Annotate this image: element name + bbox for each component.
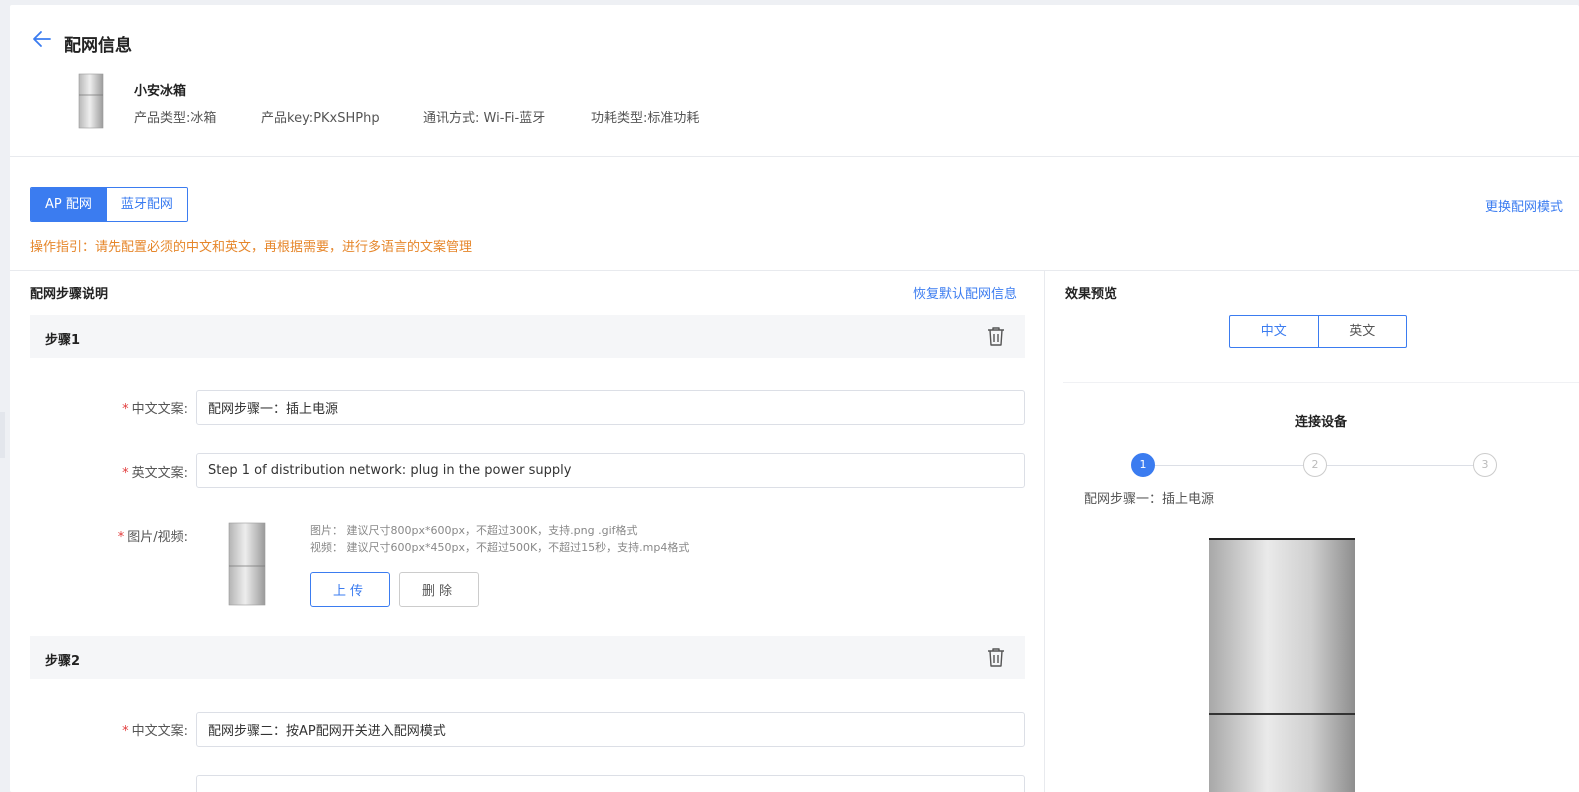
preview-fridge-image [1209, 538, 1355, 792]
image-tip: 图片： 建议尺寸800px*600px，不超过300K，支持.png .gif格… [310, 524, 638, 537]
column-divider [1044, 271, 1045, 792]
product-name: 小安冰箱 [134, 84, 187, 99]
main-panel: 配网信息 小安冰箱 产品类型:冰箱 产品key:PKxSHPhp 通讯方式: W… [10, 5, 1579, 792]
step-2-en-input[interactable] [196, 775, 1025, 792]
tab-ap-mode[interactable]: AP 配网 [31, 188, 106, 221]
product-image [78, 73, 104, 129]
restore-default-link[interactable]: 恢复默认配网信息 [913, 283, 1017, 302]
phone-preview: 连接设备 1 2 3 配网步骤一：插上电源 [1063, 382, 1579, 792]
page-title: 配网信息 [64, 36, 132, 56]
upload-button[interactable]: 上传 [310, 572, 390, 607]
tab-lang-en[interactable]: 英文 [1317, 316, 1407, 347]
step-1-title: 步骤1 [45, 333, 81, 348]
product-type: 产品类型:冰箱 [134, 111, 217, 126]
stepper-line [1155, 465, 1303, 466]
product-comm: 通讯方式: Wi-Fi-蓝牙 [423, 111, 546, 126]
section-divider [10, 270, 1579, 271]
preview-title: 效果预览 [1065, 287, 1118, 302]
trash-icon[interactable] [985, 325, 1007, 347]
product-key: 产品key:PKxSHPhp [261, 111, 380, 126]
cn-text-label: * 中文文案: [122, 402, 188, 417]
cn-text-label: * 中文文案: [122, 724, 188, 739]
switch-mode-link[interactable]: 更换配网模式 [1485, 196, 1563, 215]
sidebar-collapse-handle[interactable] [0, 412, 5, 458]
step-2-cn-input[interactable] [196, 712, 1025, 747]
product-power: 功耗类型:标准功耗 [591, 111, 700, 126]
step-1-header: 步骤1 [30, 315, 1025, 358]
step-1-media-thumbnail [228, 522, 266, 606]
stepper-step-2: 2 [1303, 453, 1327, 477]
operation-hint: 操作指引：请先配置必须的中文和英文，再根据需要，进行多语言的文案管理 [30, 240, 473, 255]
step-2-title: 步骤2 [45, 654, 81, 669]
tab-bluetooth-mode[interactable]: 蓝牙配网 [105, 188, 187, 221]
steps-section-title: 配网步骤说明 [30, 287, 109, 302]
preview-screen-title: 连接设备 [1294, 415, 1347, 430]
video-tip: 视频： 建议尺寸600px*450px，不超过500K，不超过15秒，支持.mp… [310, 541, 690, 554]
header-divider [10, 156, 1579, 157]
step-1-en-input[interactable] [196, 453, 1025, 488]
preview-step-text: 配网步骤一：插上电源 [1084, 492, 1215, 507]
en-text-label: * 英文文案: [122, 466, 188, 481]
tab-lang-zh[interactable]: 中文 [1230, 316, 1318, 347]
stepper-step-1: 1 [1131, 453, 1155, 477]
stepper-line [1327, 465, 1473, 466]
stepper-step-3: 3 [1473, 453, 1497, 477]
preview-lang-tabs: 中文 英文 [1229, 315, 1407, 348]
step-2-header: 步骤2 [30, 636, 1025, 679]
step-1-cn-input[interactable] [196, 390, 1025, 425]
media-label: * 图片/视频: [117, 530, 188, 545]
back-arrow-icon[interactable] [30, 27, 54, 51]
mode-tabs: AP 配网 蓝牙配网 [30, 187, 188, 222]
trash-icon[interactable] [985, 646, 1007, 668]
delete-media-button[interactable]: 删除 [399, 572, 479, 607]
